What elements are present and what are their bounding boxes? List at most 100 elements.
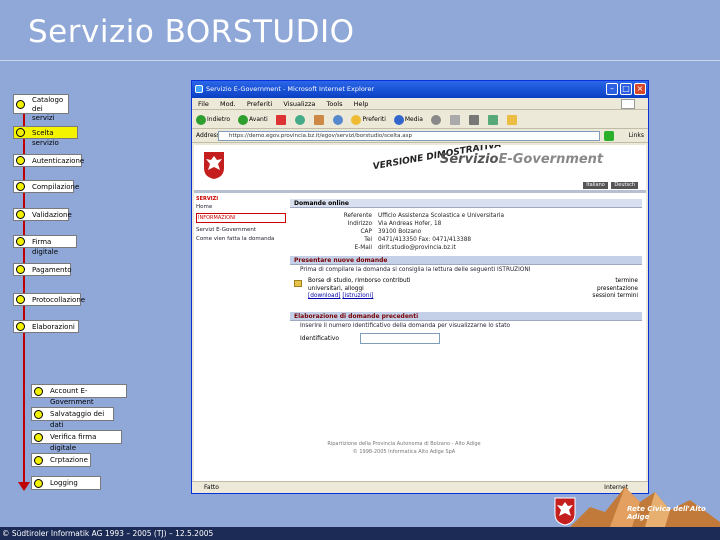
back-arrow-icon xyxy=(196,114,206,125)
coat-of-arms-icon xyxy=(554,497,576,526)
search-button[interactable] xyxy=(332,110,344,129)
site-header: VERSIONE DIMOSTRATIVA ServizioE-Governme… xyxy=(194,145,646,190)
browser-window: Servizio E-Government - Microsoft Intern… xyxy=(191,80,649,494)
menu-file[interactable]: File xyxy=(198,100,209,108)
back-button[interactable]: Indietro xyxy=(196,110,230,129)
deadline-block: termine presentazione sessioni termini xyxy=(582,278,638,301)
office-label: Tel xyxy=(364,237,372,243)
forward-arrow-icon xyxy=(238,114,249,125)
edit-button[interactable] xyxy=(487,110,499,129)
language-switch: Italiano Deutsch xyxy=(581,182,638,189)
step-label: Pagamento xyxy=(32,266,72,274)
folder-icon xyxy=(294,280,302,287)
step-bullet-icon xyxy=(16,128,25,137)
slide-title: Servizio BORSTUDIO xyxy=(28,14,355,50)
office-label: CAP xyxy=(360,229,372,235)
brand-title: ServizioE-Government xyxy=(440,152,603,167)
substep-crittazione[interactable]: Crptazione xyxy=(31,453,91,467)
nav-link-egov[interactable]: Servizi E-Government xyxy=(196,227,286,234)
step-bullet-icon xyxy=(16,265,25,274)
lang-de-button[interactable]: Deutsch xyxy=(611,182,638,189)
print-button[interactable] xyxy=(468,110,480,129)
step-label: Scelta servizio xyxy=(32,129,59,147)
step-autenticazione[interactable]: Autenticazione xyxy=(13,154,84,167)
footer-line1: Ripartizione della Provincia Autonoma di… xyxy=(327,441,481,447)
forward-button[interactable]: Avanti xyxy=(238,110,268,129)
windows-logo-icon xyxy=(621,99,635,109)
menu-visualizza[interactable]: Visualizza xyxy=(283,100,315,108)
step-compilazione[interactable]: Compilazione xyxy=(13,180,79,193)
history-button[interactable] xyxy=(430,110,442,129)
substep-salvataggio[interactable]: Salvataggio dei dati xyxy=(31,407,114,429)
office-value: 0471/413350 Fax: 0471/413388 xyxy=(378,237,472,243)
step-scelta[interactable]: Scelta servizio xyxy=(13,126,78,147)
nav-link-howto[interactable]: Come vien fatta la domanda xyxy=(196,236,286,243)
nav-home-link[interactable]: Home xyxy=(196,204,286,211)
browser-window-title: Servizio E-Government - Microsoft Intern… xyxy=(206,85,375,93)
browser-toolbar: Indietro Avanti Preferiti Media xyxy=(192,110,648,129)
step-bullet-icon xyxy=(34,479,43,488)
step-validazione[interactable]: Validazione xyxy=(13,208,72,221)
office-row: Indirizzo Via Andreas Hofer, 18 xyxy=(290,220,642,228)
folder-button[interactable] xyxy=(506,110,518,129)
close-icon[interactable]: × xyxy=(634,83,646,95)
office-value: Ufficio Assistenza Scolastica e Universi… xyxy=(378,213,505,219)
office-row: E-Mail dirit.studio@provincia.bz.it xyxy=(290,244,642,252)
download-link[interactable]: [download] xyxy=(308,293,341,299)
mail-button[interactable] xyxy=(449,110,461,129)
previous-requests-header: Elaborazione di domande precedenti xyxy=(290,312,642,321)
favorites-button[interactable]: Preferiti xyxy=(351,110,386,129)
ie-icon xyxy=(195,85,203,93)
instructions-link[interactable]: [istruzioni] xyxy=(342,293,373,299)
media-icon xyxy=(393,114,404,125)
step-label: Catalogo dei servizi xyxy=(32,96,64,122)
stop-button[interactable] xyxy=(275,110,287,129)
home-button[interactable] xyxy=(313,110,325,129)
links-label[interactable]: Links xyxy=(629,129,644,143)
substep-label: Salvataggio dei dati xyxy=(50,410,105,429)
refresh-button[interactable] xyxy=(294,110,306,129)
media-button[interactable]: Media xyxy=(393,110,423,129)
step-bullet-icon xyxy=(16,100,25,109)
step-catalogo[interactable]: Catalogo dei servizi xyxy=(13,94,69,122)
back-label: Indietro xyxy=(207,116,231,123)
substep-label: Account E-Government xyxy=(50,387,94,406)
menu-help[interactable]: Help xyxy=(354,100,369,108)
office-label: E-Mail xyxy=(354,245,372,251)
page-content: VERSIONE DIMOSTRATIVA ServizioE-Governme… xyxy=(194,145,646,481)
browser-titlebar: Servizio E-Government - Microsoft Intern… xyxy=(192,81,648,98)
substep-logging[interactable]: Logging xyxy=(31,476,101,490)
go-arrow-icon[interactable] xyxy=(604,131,614,141)
menu-preferiti[interactable]: Preferiti xyxy=(247,100,272,108)
document-entry: Borse di studio, rimborso contributi uni… xyxy=(308,278,438,301)
address-input[interactable]: https://demo.egov.provincia.bz.it/egov/s… xyxy=(218,131,600,141)
lang-it-button[interactable]: Italiano xyxy=(583,182,608,189)
step-bullet-icon xyxy=(16,237,25,246)
step-bullet-icon xyxy=(16,295,25,304)
maximize-icon[interactable]: □ xyxy=(620,83,632,95)
step-bullet-icon xyxy=(34,410,43,419)
deadline-value: sessioni termini xyxy=(592,293,638,299)
office-value: Via Andreas Hofer, 18 xyxy=(378,221,442,227)
menu-mod[interactable]: Mod. xyxy=(220,100,236,108)
brand-prefix: Servizio xyxy=(440,152,499,167)
step-pagamento[interactable]: Pagamento xyxy=(13,263,72,276)
step-label: Firma digitale xyxy=(32,238,59,256)
step-elaborazioni[interactable]: Elaborazioni xyxy=(13,320,79,333)
substep-verifica-firma[interactable]: Verifica firma digitale xyxy=(31,430,122,452)
step-label: Validazione xyxy=(32,211,72,219)
process-arrow-icon xyxy=(18,482,30,491)
search-icon xyxy=(332,114,343,125)
step-label: Elaborazioni xyxy=(32,323,75,331)
minimize-icon[interactable]: – xyxy=(606,83,618,95)
step-bullet-icon xyxy=(16,322,25,331)
step-protocollazione[interactable]: Protocollazione xyxy=(13,293,85,306)
id-row: Identificativo xyxy=(290,332,642,346)
substep-account[interactable]: Account E-Government xyxy=(31,384,127,406)
office-value[interactable]: dirit.studio@provincia.bz.it xyxy=(378,244,456,252)
id-input[interactable] xyxy=(360,333,440,344)
menu-tools[interactable]: Tools xyxy=(326,100,342,108)
step-firma-digitale[interactable]: Firma digitale xyxy=(13,235,77,256)
new-requests-note: Prima di compilare la domanda si consigl… xyxy=(300,267,531,273)
favorites-label: Preferiti xyxy=(362,116,386,123)
